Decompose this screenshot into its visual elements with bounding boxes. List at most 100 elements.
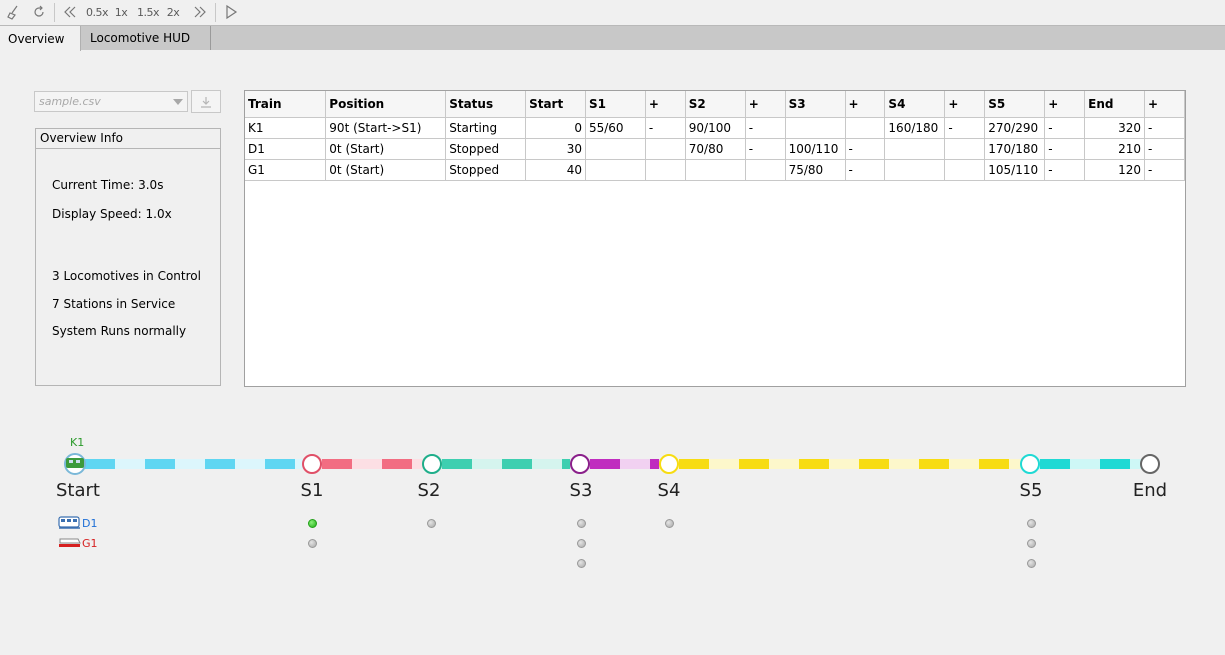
table-cell: 210	[1084, 137, 1145, 160]
table-cell: -	[844, 158, 886, 181]
table-header-row: Train Position Status Start S1 + S2 + S3 + S4 + S5 + E…	[245, 91, 1185, 118]
column-header[interactable]: Train	[245, 91, 327, 118]
column-header[interactable]: +	[1144, 91, 1185, 118]
column-header[interactable]: +	[644, 91, 686, 118]
table-cell: -	[1044, 137, 1086, 160]
station-node-s4[interactable]	[659, 454, 679, 474]
column-header[interactable]: End	[1084, 91, 1145, 118]
station-label-start: Start	[56, 480, 100, 501]
fast-forward-icon[interactable]	[190, 2, 210, 22]
table-cell: 0	[525, 116, 586, 139]
file-select-value: sample.csv	[39, 95, 101, 108]
tab-locomotive-hud[interactable]: Locomotive HUD	[82, 26, 211, 50]
k1-locomotive-icon[interactable]	[64, 453, 86, 475]
train-table-grid: Train Position Status Start S1 + S2 + S3 + S4 + S5 + E…	[245, 91, 1185, 181]
table-cell: 30	[525, 137, 586, 160]
chevron-down-icon	[173, 99, 183, 105]
station-s2-dot-1	[427, 519, 436, 528]
table-cell: 270/290	[984, 116, 1046, 139]
current-time-text: Current Time: 3.0s	[52, 178, 164, 192]
table-row[interactable]: D1 0t (Start) Stopped 30 70/80-100/110-170/1…	[245, 137, 1185, 160]
column-header[interactable]: S4	[884, 91, 946, 118]
table-cell: -	[1044, 158, 1086, 181]
table-cell: -	[1144, 137, 1185, 160]
table-cell: 75/80	[784, 158, 846, 181]
station-node-end[interactable]	[1140, 454, 1160, 474]
column-header[interactable]: Position	[325, 91, 447, 118]
station-s3-dot-2	[577, 539, 586, 548]
column-header[interactable]: +	[1044, 91, 1086, 118]
refresh-icon[interactable]	[29, 2, 49, 22]
table-cell: -	[744, 137, 786, 160]
legend-g1: G1	[58, 536, 98, 550]
station-node-s2[interactable]	[422, 454, 442, 474]
table-cell: G1	[245, 158, 327, 181]
speed-1.5x-button[interactable]: 1.5x	[137, 2, 160, 22]
station-count-text: 7 Stations in Service	[52, 297, 176, 311]
tab-bar: Overview Locomotive HUD	[0, 25, 1225, 51]
toolbar: 0.5x 1x 1.5x 2x	[0, 0, 1225, 25]
station-node-s1[interactable]	[302, 454, 322, 474]
table-cell	[884, 158, 946, 181]
table-cell	[844, 116, 886, 139]
station-s4-dot-1	[665, 519, 674, 528]
table-cell: 170/180	[984, 137, 1046, 160]
column-header[interactable]: S1	[584, 91, 646, 118]
station-node-s5[interactable]	[1020, 454, 1040, 474]
table-cell: D1	[245, 137, 327, 160]
table-cell: 55/60	[584, 116, 646, 139]
locomotive-count-text: 3 Locomotives in Control	[52, 269, 201, 283]
table-cell	[944, 158, 986, 181]
station-label-s3: S3	[569, 480, 593, 501]
play-icon[interactable]	[221, 2, 241, 22]
station-label-s5: S5	[1019, 480, 1043, 501]
table-cell: -	[1144, 116, 1185, 139]
table-cell: 0t (Start)	[325, 158, 447, 181]
table-cell: 40	[525, 158, 586, 181]
table-cell: 100/110	[784, 137, 846, 160]
legend-g1-label: G1	[82, 536, 98, 550]
speed-0.5x-button[interactable]: 0.5x	[86, 2, 109, 22]
file-select[interactable]: sample.csv	[34, 91, 188, 112]
table-cell	[584, 158, 646, 181]
legend-d1: D1	[58, 516, 97, 530]
table-row[interactable]: G1 0t (Start) Stopped 40 75/80-105/110-120-	[245, 158, 1185, 181]
download-button[interactable]	[191, 90, 221, 113]
broom-icon[interactable]	[4, 2, 24, 22]
station-s5-dot-3	[1027, 559, 1036, 568]
table-cell	[884, 137, 946, 160]
table-cell: 320	[1084, 116, 1145, 139]
speed-1x-button[interactable]: 1x	[112, 2, 130, 22]
overview-title: Overview Info	[36, 129, 220, 149]
k1-train-label: K1	[70, 436, 84, 449]
download-icon	[201, 96, 211, 108]
table-cell: 105/110	[984, 158, 1046, 181]
station-s1-dot-1	[308, 519, 317, 528]
station-s1-dot-2	[308, 539, 317, 548]
column-header[interactable]: +	[944, 91, 986, 118]
station-s3-dot-3	[577, 559, 586, 568]
column-header[interactable]: +	[844, 91, 886, 118]
legend-d1-label: D1	[82, 516, 98, 530]
station-s5-dot-1	[1027, 519, 1036, 528]
table-cell	[744, 158, 786, 181]
table-cell: -	[644, 116, 686, 139]
rewind-icon[interactable]	[60, 2, 80, 22]
table-cell: 70/80	[684, 137, 746, 160]
column-header[interactable]: S5	[984, 91, 1046, 118]
table-cell: 0t (Start)	[325, 137, 447, 160]
column-header[interactable]: Status	[445, 91, 527, 118]
column-header[interactable]: S2	[684, 91, 746, 118]
column-header[interactable]: +	[744, 91, 786, 118]
speed-2x-button[interactable]: 2x	[164, 2, 182, 22]
tab-overview[interactable]: Overview	[0, 26, 81, 51]
table-row[interactable]: K1 90t (Start->S1) Starting 0 55/60-90/100-1…	[245, 116, 1185, 139]
overview-panel: Overview Info Current Time: 3.0s Display…	[35, 128, 221, 386]
train-icon	[59, 538, 81, 547]
station-node-s3[interactable]	[570, 454, 590, 474]
column-header[interactable]: S3	[784, 91, 846, 118]
station-s3-dot-1	[577, 519, 586, 528]
train-icon	[58, 516, 80, 529]
table-cell: 120	[1084, 158, 1145, 181]
column-header[interactable]: Start	[525, 91, 586, 118]
